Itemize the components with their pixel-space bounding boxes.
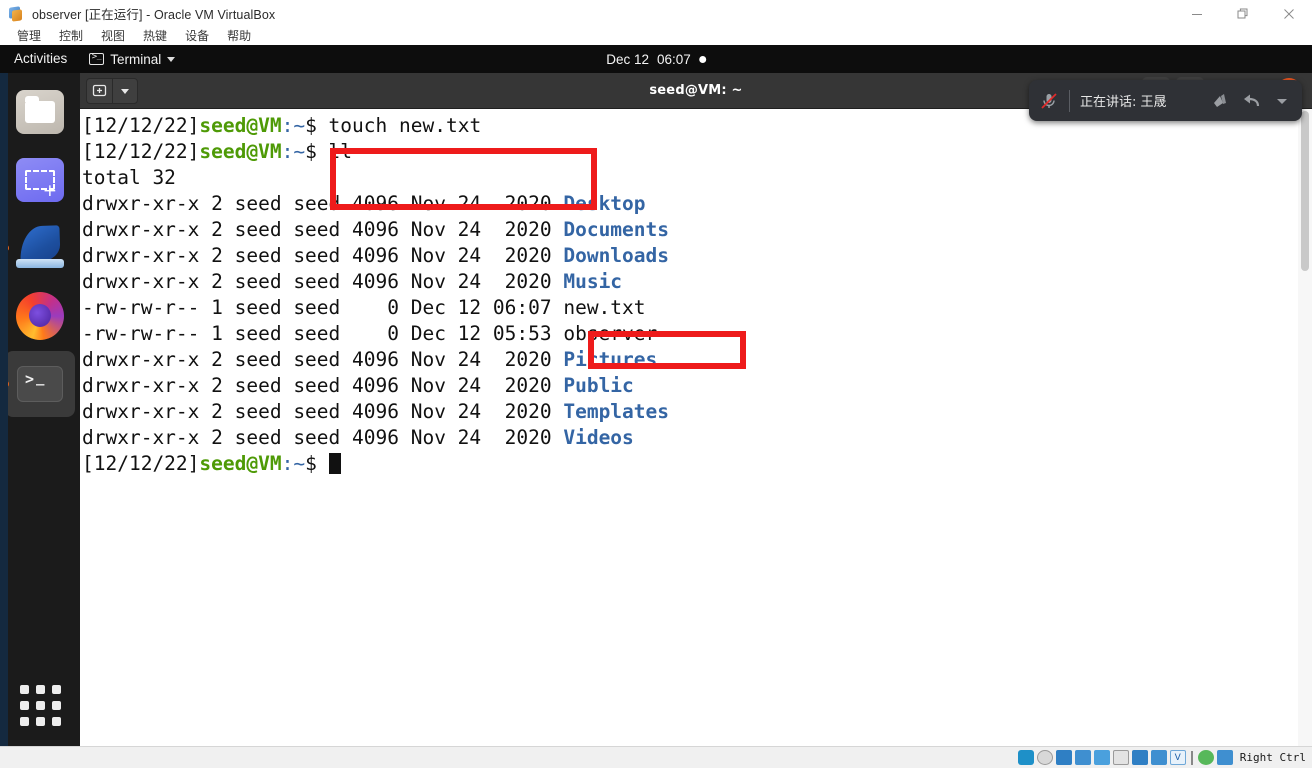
terminal-icon [89, 53, 104, 65]
chevron-down-icon [167, 57, 175, 62]
virtualbox-menubar: 管理 控制 视图 热键 设备 帮助 [0, 27, 1312, 45]
divider [1191, 751, 1193, 765]
new-tab-button[interactable] [86, 78, 112, 104]
firefox-icon [16, 292, 64, 340]
terminal-line: [12/12/22]seed@VM:~$ ll [82, 139, 1298, 165]
gnome-clock[interactable]: Dec 12 06:07 [606, 52, 706, 67]
minimize-button[interactable] [1174, 0, 1220, 27]
restore-button[interactable] [1220, 0, 1266, 27]
recording-icon[interactable] [1151, 750, 1167, 765]
scrollbar-thumb[interactable] [1301, 111, 1309, 271]
virtualbox-icon [8, 6, 24, 22]
menu-view[interactable]: 视图 [92, 27, 134, 45]
notification-dot-icon [699, 56, 706, 63]
dock-item-screenshot[interactable]: + [5, 147, 75, 213]
dock-item-firefox[interactable] [5, 283, 75, 349]
chevron-down-icon[interactable] [112, 78, 138, 104]
return-icon[interactable] [1238, 87, 1266, 115]
terminal-scrollbar[interactable] [1298, 109, 1312, 746]
headerbar-left-group [86, 78, 138, 104]
shared-folder-icon[interactable] [1113, 750, 1129, 765]
menu-control[interactable]: 控制 [50, 27, 92, 45]
terminal-line: drwxr-xr-x 2 seed seed 4096 Nov 24 2020 … [82, 217, 1298, 243]
terminal-body[interactable]: [12/12/22]seed@VM:~$ touch new.txt[12/12… [80, 109, 1312, 746]
app-menu-label: Terminal [110, 52, 161, 67]
virtualbox-titlebar: observer [正在运行] - Oracle VM VirtualBox [0, 0, 1312, 27]
terminal-title: seed@VM: ~ [649, 83, 742, 98]
terminal-line: drwxr-xr-x 2 seed seed 4096 Nov 24 2020 … [82, 347, 1298, 373]
dock-item-files[interactable] [5, 79, 75, 145]
terminal-line: drwxr-xr-x 2 seed seed 4096 Nov 24 2020 … [82, 425, 1298, 451]
gnome-top-bar: Activities Terminal Dec 12 06:07 [0, 45, 1312, 73]
optical-drive-icon[interactable] [1037, 750, 1053, 765]
microphone-muted-icon[interactable] [1029, 80, 1069, 121]
terminal-line: drwxr-xr-x 2 seed seed 4096 Nov 24 2020 … [82, 399, 1298, 425]
vm-guest-screen: Activities Terminal Dec 12 06:07 + [0, 45, 1312, 746]
activities-button[interactable]: Activities [0, 45, 79, 73]
voice-actions [1208, 87, 1302, 115]
close-button[interactable] [1266, 0, 1312, 27]
host-key-label: Right Ctrl [1240, 751, 1306, 764]
terminal-icon [17, 366, 63, 402]
app-grid-icon [20, 685, 61, 726]
dock-item-terminal[interactable] [5, 351, 75, 417]
hard-disk-icon[interactable] [1018, 750, 1034, 765]
terminal-output: [12/12/22]seed@VM:~$ touch new.txt[12/12… [82, 113, 1298, 477]
terminal-line: drwxr-xr-x 2 seed seed 4096 Nov 24 2020 … [82, 373, 1298, 399]
terminal-line: drwxr-xr-x 2 seed seed 4096 Nov 24 2020 … [82, 269, 1298, 295]
show-applications-button[interactable] [5, 672, 75, 738]
chevron-down-icon[interactable] [1268, 87, 1296, 115]
gnome-dock: + [0, 73, 80, 746]
app-menu-terminal[interactable]: Terminal [79, 45, 185, 73]
menu-hotkey[interactable]: 热键 [134, 27, 176, 45]
window-controls [1174, 0, 1312, 27]
vm-icon[interactable]: V [1170, 750, 1186, 765]
desktop-left-edge [0, 45, 8, 746]
wireshark-icon [14, 226, 66, 270]
voice-chat-overlay[interactable]: 正在讲话: 王晟 [1029, 80, 1302, 121]
display-icon[interactable] [1132, 750, 1148, 765]
voice-speaking-label: 正在讲话: 王晟 [1070, 91, 1167, 110]
audio-icon[interactable] [1056, 750, 1072, 765]
menu-devices[interactable]: 设备 [176, 27, 218, 45]
terminal-line: drwxr-xr-x 2 seed seed 4096 Nov 24 2020 … [82, 243, 1298, 269]
terminal-line: -rw-rw-r-- 1 seed seed 0 Dec 12 06:07 ne… [82, 295, 1298, 321]
files-icon [16, 90, 64, 134]
network-icon[interactable] [1075, 750, 1091, 765]
virtualbox-statusbar: V Right Ctrl [0, 746, 1312, 768]
terminal-line: total 32 [82, 165, 1298, 191]
usb-icon[interactable] [1094, 750, 1110, 765]
menu-help[interactable]: 帮助 [218, 27, 260, 45]
terminal-line: [12/12/22]seed@VM:~$ [82, 451, 1298, 477]
virtualbox-window: observer [正在运行] - Oracle VM VirtualBox 管… [0, 0, 1312, 768]
mouse-capture-icon[interactable] [1217, 750, 1233, 765]
clock-date: Dec 12 [606, 52, 649, 67]
window-title: observer [正在运行] - Oracle VM VirtualBox [32, 4, 275, 23]
screenshot-icon: + [16, 158, 64, 202]
terminal-line: drwxr-xr-x 2 seed seed 4096 Nov 24 2020 … [82, 191, 1298, 217]
share-screen-icon[interactable] [1208, 87, 1236, 115]
clock-time: 06:07 [657, 52, 691, 67]
menu-manage[interactable]: 管理 [8, 27, 50, 45]
dock-item-wireshark[interactable] [5, 215, 75, 281]
terminal-line: -rw-rw-r-- 1 seed seed 0 Dec 12 05:53 ob… [82, 321, 1298, 347]
guest-additions-icon[interactable] [1198, 750, 1214, 765]
terminal-window: seed@VM: ~ [80, 73, 1312, 746]
